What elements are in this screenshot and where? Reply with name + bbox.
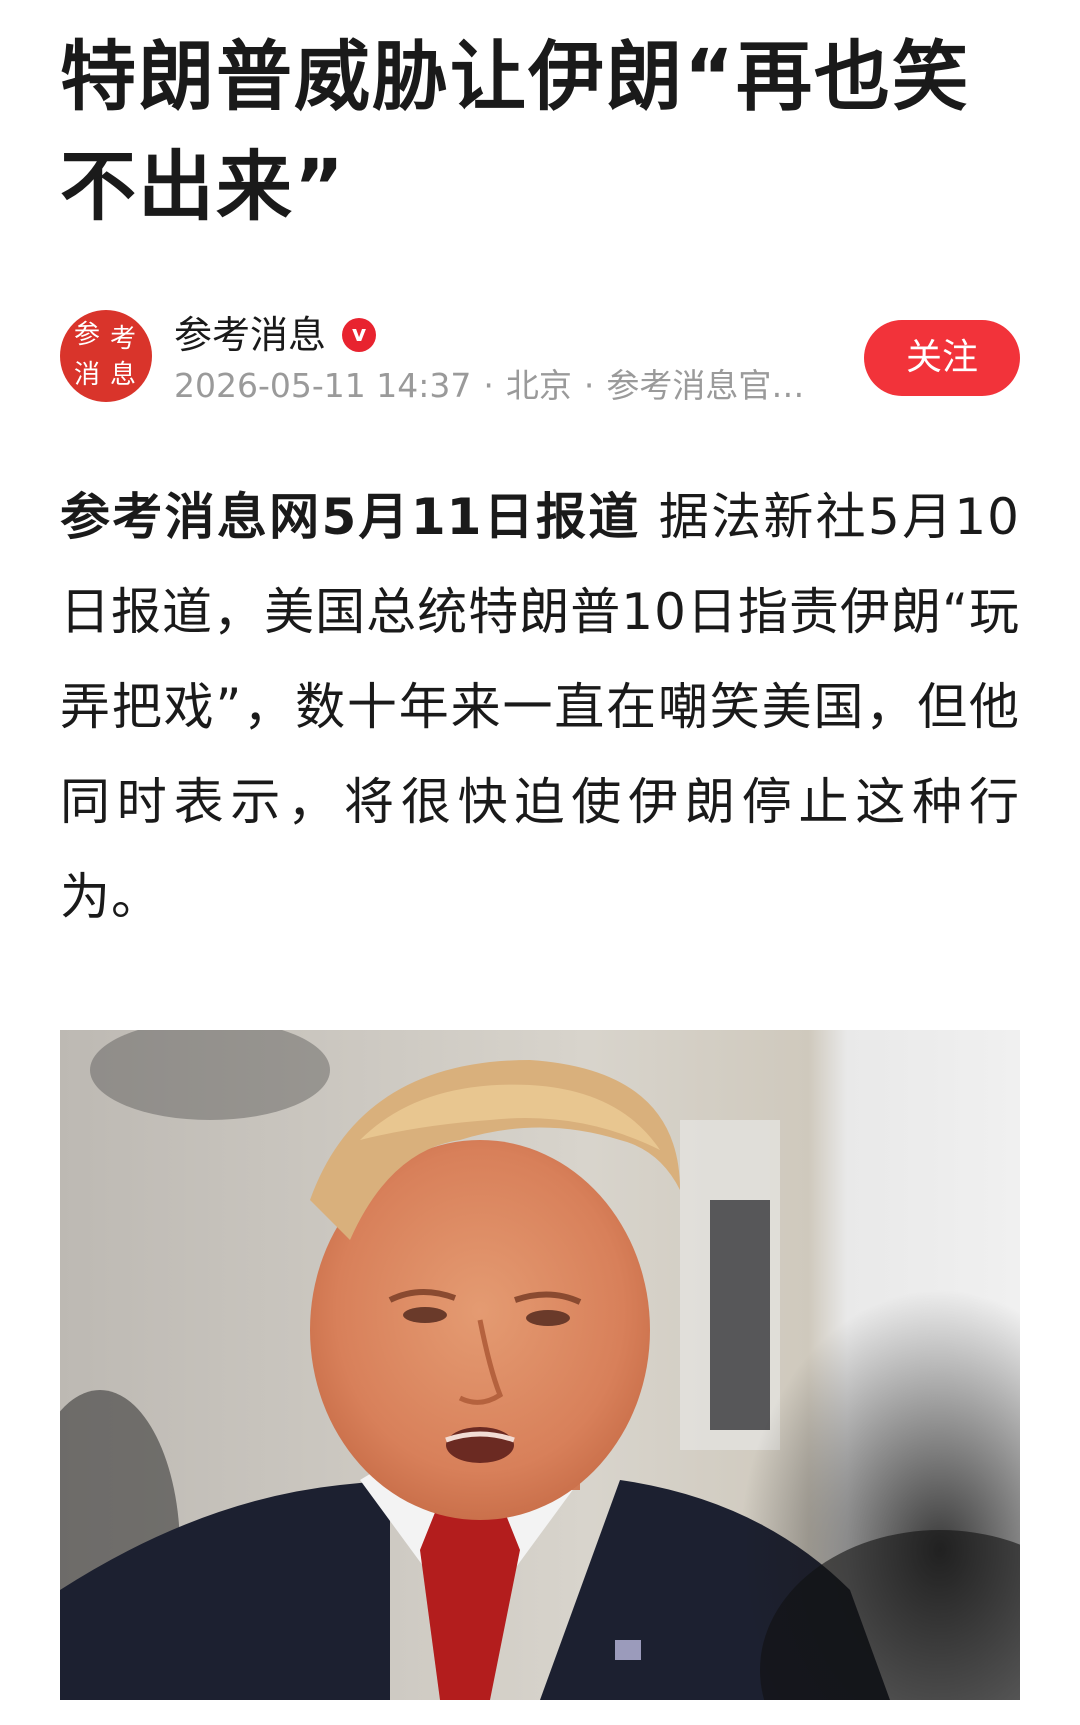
article-text: 据法新社5月10日报道，美国总统特朗普10日指责伊朗“玩弄把戏”，数十年来一直在… — [60, 488, 1020, 926]
source-label: 参考消息官… — [606, 366, 805, 405]
avatar[interactable]: 参 考 消 息 — [60, 310, 152, 402]
publish-time: 2026-05-11 14:37 — [174, 366, 472, 405]
author-name[interactable]: 参考消息 — [174, 312, 326, 358]
photo-illustration — [60, 1030, 1020, 1700]
article-photo[interactable] — [60, 1030, 1020, 1700]
article-title: 特朗普威胁让伊朗“再也笑不出来” — [60, 32, 970, 231]
avatar-glyph: 消 — [74, 360, 101, 390]
article-lead: 参考消息网5月11日报道 — [60, 488, 641, 546]
meta-separator: · — [583, 366, 595, 405]
author-row: 参 考 消 息 参考消息 v 2026-05-11 14:37 · 北京 · 参考消息官… — [60, 308, 1020, 406]
avatar-glyph: 息 — [110, 360, 137, 390]
avatar-glyph: 参 — [74, 320, 101, 350]
article-meta: 2026-05-11 14:37 · 北京 · 参考消息官… — [174, 366, 814, 406]
publish-location: 北京 — [505, 366, 572, 405]
meta-separator: · — [483, 366, 494, 405]
avatar-glyph: 考 — [110, 324, 137, 354]
verified-icon: v — [342, 318, 376, 352]
follow-button[interactable]: 关注 — [864, 320, 1020, 396]
article-body: 参考消息网5月11日报道 据法新社5月10日报道，美国总统特朗普10日指责伊朗“… — [60, 470, 1020, 945]
